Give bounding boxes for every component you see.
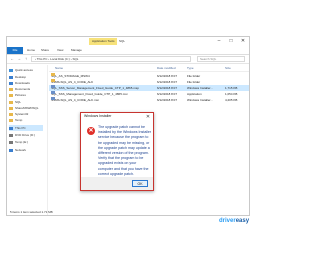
- sidebar-item-label: Network: [15, 148, 27, 152]
- dialog-title: Windows Installer: [84, 114, 112, 118]
- disc-icon: [9, 133, 13, 137]
- tab-home[interactable]: Home: [27, 47, 35, 54]
- sidebar-item[interactable]: Pictures: [9, 92, 26, 98]
- sidebar-item-label: Pictures: [15, 93, 26, 97]
- back-button[interactable]: ←: [9, 56, 15, 62]
- column-size[interactable]: Size: [225, 65, 231, 71]
- sidebar-item-label: Desktop: [15, 75, 27, 79]
- windows-installer-dialog: Windows Installer ✕ ✕ The upgrade patch …: [80, 112, 154, 191]
- error-icon: ✕: [87, 127, 95, 135]
- computer-icon: [9, 126, 13, 130]
- star-icon: [9, 68, 13, 72]
- up-button[interactable]: ↑: [23, 56, 29, 62]
- tab-file[interactable]: File: [7, 47, 23, 54]
- folder-icon: [9, 75, 13, 79]
- sidebar-item-label: System32: [15, 112, 29, 116]
- forward-button[interactable]: →: [16, 56, 22, 62]
- installer-icon: [51, 85, 55, 88]
- network-icon: [9, 148, 13, 152]
- column-header-row: Name Date modified Type Size: [49, 65, 249, 72]
- file-name-text: SSMS-SQL_AS_4_CODE_ALK.msi: [51, 98, 99, 102]
- folder-icon: [51, 79, 55, 82]
- file-type: Windows Installer...: [187, 98, 213, 102]
- dialog-footer: OK: [81, 177, 153, 190]
- column-type[interactable]: Type: [187, 65, 194, 71]
- folder-icon: [9, 100, 13, 104]
- close-button[interactable]: ✕: [237, 37, 249, 46]
- file-name: SSMS-SQL_AS_4_CODE_ALK.msi: [51, 97, 155, 103]
- sidebar-item[interactable]: Quick access: [9, 67, 33, 73]
- window-title: SQL: [119, 39, 126, 43]
- sidebar-item[interactable]: Network: [9, 147, 26, 153]
- sidebar-item[interactable]: DVD Drive (D:): [9, 132, 35, 138]
- sidebar-item-label: ShareMSWDSQL: [15, 106, 39, 110]
- address-bar-row: ← → ↑ › This PC › Local Disk (C:) › SQL …: [7, 55, 249, 64]
- search-input[interactable]: Search SQL: [197, 56, 245, 62]
- file-name-text: SQL_AS_STORAGE_MSW4: [51, 74, 90, 78]
- file-name-text: SSMS-SQL_AS_4_CODE_ALK: [51, 80, 94, 84]
- sidebar-item-label: SQL: [15, 100, 22, 104]
- folder-icon: [9, 112, 13, 116]
- navigation-pane: Quick access Desktop Downloads Documents Pic…: [7, 65, 48, 215]
- sidebar-item-label: DVD Drive (D:): [15, 133, 35, 137]
- sidebar-item-label: Temp: [15, 118, 23, 122]
- tab-application-tools[interactable]: Application Tools: [89, 38, 118, 45]
- drive-icon: [9, 140, 13, 144]
- status-bar: 5 items 1 item selected 1.71 MB: [10, 210, 53, 214]
- file-size: 4,205 KB: [225, 98, 238, 102]
- title-bar: Application Tools SQL – □ ✕: [7, 37, 249, 52]
- dialog-message: The upgrade patch cannot be installed by…: [98, 125, 152, 176]
- quick-access-toolbar[interactable]: [10, 39, 34, 52]
- sidebar-item-label: Documents: [15, 87, 31, 91]
- installer-icon: [51, 91, 55, 94]
- installer-icon: [51, 97, 55, 100]
- tab-share[interactable]: Share: [41, 47, 49, 54]
- tab-manage[interactable]: Manage: [71, 47, 82, 54]
- download-icon: [9, 81, 13, 85]
- file-name-text: SQL_SSS_Server_Management_Fixed_Guide_CT…: [51, 86, 139, 90]
- folder-icon: [51, 73, 55, 76]
- file-name-text: SQL_SSS_Management_Fixed_Guide_CTP_1_486…: [51, 92, 128, 96]
- sidebar-item[interactable]: This PC: [9, 125, 43, 131]
- watermark-logo: drivereasy: [219, 218, 250, 224]
- folder-icon: [9, 106, 13, 110]
- minimize-button[interactable]: –: [213, 37, 225, 46]
- sidebar-item-label: Temp (E:): [15, 140, 29, 144]
- folder-icon: [9, 93, 13, 97]
- sidebar-item[interactable]: Temp: [9, 117, 22, 123]
- ok-button[interactable]: OK: [132, 180, 148, 187]
- tab-view[interactable]: View: [57, 47, 63, 54]
- file-date: 6/12/2018 8:07: [157, 98, 178, 102]
- sidebar-item-label: This PC: [15, 126, 26, 130]
- dialog-close-button[interactable]: ✕: [143, 113, 153, 121]
- sidebar-item-label: Quick access: [15, 68, 33, 72]
- column-name[interactable]: Name: [55, 65, 63, 71]
- sidebar-item[interactable]: Temp (E:): [9, 139, 28, 145]
- ribbon-tabs: File Home Share View Manage: [7, 47, 249, 55]
- folder-icon: [9, 87, 13, 91]
- file-row[interactable]: SSMS-SQL_AS_4_CODE_ALK.msi 6/12/2018 8:07…: [49, 97, 249, 103]
- address-path[interactable]: › This PC › Local Disk (C:) › SQL: [31, 56, 191, 62]
- folder-icon: [9, 118, 13, 122]
- column-date-modified[interactable]: Date modified: [157, 65, 176, 71]
- sidebar-item-label: Downloads: [15, 81, 30, 85]
- maximize-button[interactable]: □: [225, 37, 237, 46]
